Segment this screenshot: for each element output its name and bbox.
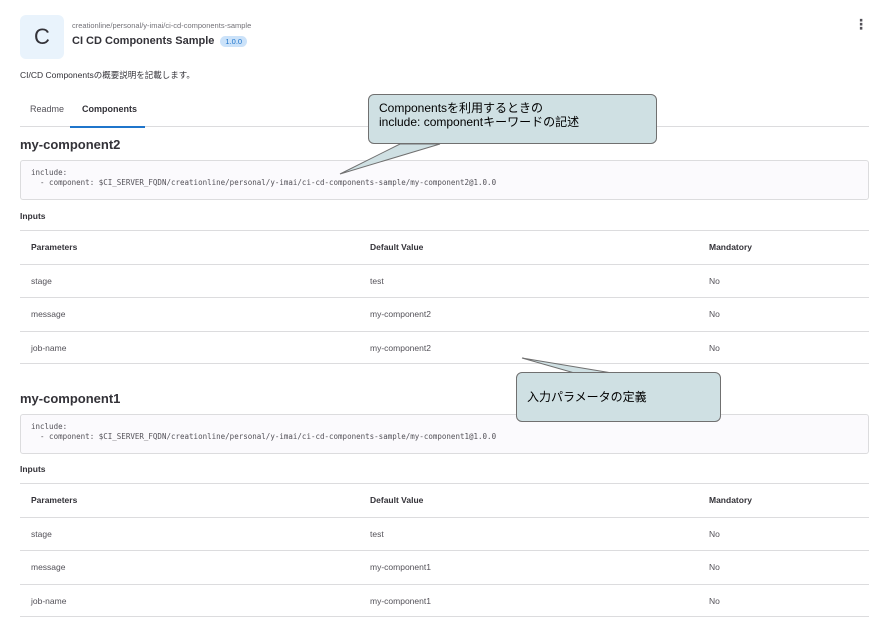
param-name: message xyxy=(31,562,66,572)
param-mandatory: No xyxy=(709,528,720,539)
param-mandatory: No xyxy=(709,562,720,572)
param-name: stage xyxy=(31,275,52,286)
param-name: message xyxy=(31,309,66,319)
param-default: test xyxy=(370,528,384,539)
param-default: test xyxy=(370,275,384,286)
column-header: Parameters xyxy=(31,495,78,505)
inputs-label: Inputs xyxy=(20,211,46,221)
catalog-header: C creationline/personal/y-imai/ci-cd-com… xyxy=(20,15,872,60)
param-default: my-component2 xyxy=(370,342,431,353)
param-mandatory: No xyxy=(709,309,720,319)
column-header: Default Value xyxy=(370,242,424,252)
callout-text: include: componentキーワードの記述 xyxy=(379,115,580,129)
param-mandatory: No xyxy=(709,595,720,606)
column-header: Mandatory xyxy=(709,495,752,505)
version-badge: 1.0.0 xyxy=(220,35,248,47)
title-row: CI CD Components Sample 1.0.0 xyxy=(72,35,248,47)
table-row: stage test No xyxy=(20,516,869,551)
table-row: job-name my-component2 No xyxy=(20,330,869,364)
param-name: job-name xyxy=(31,595,67,606)
include-callout: Componentsを利用するときの include: componentキーワ… xyxy=(368,94,657,144)
project-path[interactable]: creationline/personal/y-imai/ci-cd-compo… xyxy=(72,21,251,30)
project-avatar: C xyxy=(20,15,64,59)
kebab-vertical-icon[interactable]: ⋮ xyxy=(854,17,868,31)
component-title: my-component2 xyxy=(20,137,121,152)
param-default: my-component1 xyxy=(370,595,431,606)
param-name: stage xyxy=(31,528,52,539)
inputs-label: Inputs xyxy=(20,464,46,474)
column-header: Default Value xyxy=(370,495,424,505)
component-title: my-component1 xyxy=(20,391,121,406)
table-row: message my-component1 No xyxy=(20,550,869,584)
inputs-table: Parameters Default Value Mandatory stage… xyxy=(20,230,869,364)
param-default: my-component2 xyxy=(370,309,431,319)
tab-components[interactable]: Components xyxy=(70,97,145,128)
param-mandatory: No xyxy=(709,275,720,286)
page-title: CI CD Components Sample xyxy=(72,35,215,47)
table-header-row: Parameters Default Value Mandatory xyxy=(20,230,869,264)
table-header-row: Parameters Default Value Mandatory xyxy=(20,483,869,517)
column-header: Parameters xyxy=(31,242,78,252)
param-mandatory: No xyxy=(709,342,720,353)
include-code-block[interactable]: include: - component: $CI_SERVER_FQDN/cr… xyxy=(20,414,869,454)
column-header: Mandatory xyxy=(709,242,752,252)
table-row: stage test No xyxy=(20,263,869,298)
param-default: my-component1 xyxy=(370,562,431,572)
callout-pointer xyxy=(339,143,441,175)
project-description: CI/CD Componentsの概要説明を記載します。 xyxy=(20,70,195,80)
param-name: job-name xyxy=(31,342,67,353)
table-row: job-name my-component1 No xyxy=(20,583,869,617)
inputs-table: Parameters Default Value Mandatory stage… xyxy=(20,483,869,617)
table-row: message my-component2 No xyxy=(20,297,869,331)
tab-readme[interactable]: Readme xyxy=(30,97,64,127)
callout-text: Componentsを利用するときの xyxy=(379,101,544,115)
inputs-callout: 入力パラメータの定義 xyxy=(516,372,721,422)
